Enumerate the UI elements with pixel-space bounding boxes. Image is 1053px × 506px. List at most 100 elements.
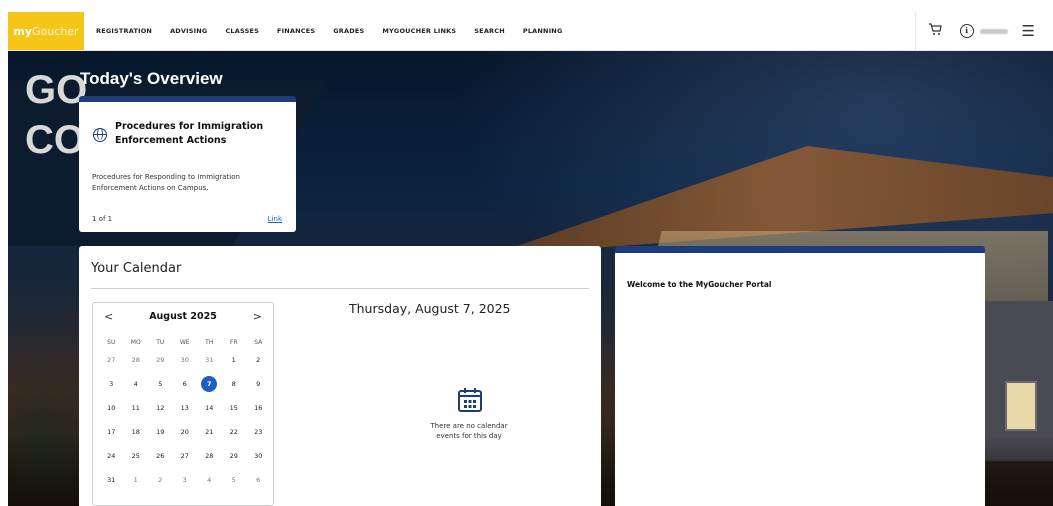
- calendar-grid: SU MO TU WE TH FR SA 27 28 29 30 31 1 2 3 4 5 6 7 8 9…: [99, 336, 271, 492]
- procedures-card-link[interactable]: Link: [268, 215, 282, 223]
- procedures-card-count: 1 of 1: [92, 215, 113, 223]
- calendar-day[interactable]: 2: [246, 356, 271, 364]
- calendar-day-number: 15: [229, 404, 238, 412]
- calendar-day-number: 10: [107, 404, 116, 412]
- calendar-day[interactable]: 28: [124, 356, 149, 364]
- calendar-day[interactable]: 24: [99, 452, 124, 460]
- calendar-day[interactable]: 11: [124, 404, 149, 412]
- user-name-redacted: [979, 28, 1008, 34]
- procedures-card-title: Procedures for Immigration Enforcement A…: [115, 121, 264, 146]
- calendar-week-row: 10 11 12 13 14 15 16: [99, 396, 271, 420]
- calendar-month-label: August 2025: [149, 311, 217, 322]
- mygoucher-logo[interactable]: my Goucher: [8, 12, 84, 50]
- calendar-day-number: 11: [131, 404, 140, 412]
- calendar-day[interactable]: 13: [173, 404, 198, 412]
- calendar-day[interactable]: 31: [99, 476, 124, 484]
- calendar-day[interactable]: 17: [99, 428, 124, 436]
- toolbar-right: ℹ ☰: [914, 12, 1053, 50]
- calendar-day-number: 7: [201, 376, 218, 392]
- procedures-card-description: Procedures for Responding to Immigration…: [92, 173, 240, 192]
- menu-icon[interactable]: ☰: [1022, 22, 1035, 40]
- weekday-row: SU MO TU WE TH FR SA: [99, 336, 271, 348]
- calendar-day[interactable]: 3: [99, 380, 124, 388]
- calendar-day[interactable]: 4: [197, 476, 222, 484]
- calendar-day-number: 19: [156, 428, 165, 436]
- calendar-day[interactable]: 14: [197, 404, 222, 412]
- welcome-card: Welcome to the MyGoucher Portal: [615, 246, 985, 506]
- calendar-day-number: 3: [109, 380, 114, 388]
- calendar-day[interactable]: 1: [124, 476, 149, 484]
- calendar-day[interactable]: 12: [148, 404, 173, 412]
- stone-window: [1005, 381, 1037, 431]
- calendar-day[interactable]: 15: [222, 404, 247, 412]
- calendar-day[interactable]: 23: [246, 428, 271, 436]
- calendar-day[interactable]: 26: [148, 452, 173, 460]
- todays-overview-heading: Today's Overview: [80, 69, 223, 88]
- calendar-day[interactable]: 5: [148, 380, 173, 388]
- calendar-day-number: 12: [156, 404, 165, 412]
- calendar-day[interactable]: 7: [197, 376, 222, 392]
- calendar-day[interactable]: 27: [99, 356, 124, 364]
- calendar-day[interactable]: 6: [173, 380, 198, 388]
- procedures-card-header: Procedures for Immigration Enforcement A…: [93, 120, 275, 148]
- calendar-day[interactable]: 31: [197, 356, 222, 364]
- calendar-day[interactable]: 27: [173, 452, 198, 460]
- calendar-week-row: 31 1 2 3 4 5 6: [99, 468, 271, 492]
- calendar-day[interactable]: 1: [222, 356, 247, 364]
- nav-mygoucher-links[interactable]: MYGOUCHER LINKS: [382, 27, 456, 35]
- nav-grades[interactable]: GRADES: [333, 27, 364, 35]
- calendar-day[interactable]: 28: [197, 452, 222, 460]
- calendar-day-number: 1: [133, 476, 138, 484]
- calendar-day-number: 31: [107, 476, 116, 484]
- calendar-day[interactable]: 18: [124, 428, 149, 436]
- calendar-day[interactable]: 2: [148, 476, 173, 484]
- procedures-card: Procedures for Immigration Enforcement A…: [79, 96, 296, 232]
- calendar-day[interactable]: 3: [173, 476, 198, 484]
- calendar-day[interactable]: 10: [99, 404, 124, 412]
- calendar-day[interactable]: 29: [148, 356, 173, 364]
- calendar-day-number: 25: [131, 452, 140, 460]
- calendar-day[interactable]: 21: [197, 428, 222, 436]
- calendar-day-number: 8: [231, 380, 236, 388]
- mini-calendar: < August 2025 > SU MO TU WE TH FR SA 27 2…: [92, 302, 274, 506]
- calendar-day[interactable]: 16: [246, 404, 271, 412]
- selected-day-heading: Thursday, August 7, 2025: [349, 301, 511, 316]
- calendar-card: Your Calendar < August 2025 > SU MO TU W…: [79, 246, 601, 506]
- calendar-day-number: 29: [229, 452, 238, 460]
- logo-my: my: [13, 24, 33, 38]
- nav-finances[interactable]: FINANCES: [277, 27, 315, 35]
- calendar-day-number: 13: [180, 404, 189, 412]
- calendar-day-number: 27: [180, 452, 189, 460]
- calendar-day-number: 20: [180, 428, 189, 436]
- calendar-day-number: 26: [156, 452, 165, 460]
- nav-classes[interactable]: CLASSES: [225, 27, 259, 35]
- weekday-label: TH: [205, 338, 214, 346]
- calendar-day[interactable]: 5: [222, 476, 247, 484]
- calendar-day[interactable]: 6: [246, 476, 271, 484]
- calendar-day-number: 5: [231, 476, 236, 484]
- calendar-day[interactable]: 8: [222, 380, 247, 388]
- user-menu[interactable]: ℹ: [959, 24, 1008, 38]
- calendar-day[interactable]: 30: [246, 452, 271, 460]
- cart-icon[interactable]: [928, 22, 942, 40]
- calendar-day-number: 4: [207, 476, 212, 484]
- calendar-day[interactable]: 4: [124, 380, 149, 388]
- calendar-day[interactable]: 9: [246, 380, 271, 388]
- nav-search[interactable]: SEARCH: [474, 27, 505, 35]
- main-nav: REGISTRATION ADVISING CLASSES FINANCES G…: [96, 27, 581, 35]
- nav-registration[interactable]: REGISTRATION: [96, 27, 152, 35]
- next-month-button[interactable]: >: [253, 310, 262, 323]
- calendar-day-number: 5: [158, 380, 163, 388]
- calendar-day[interactable]: 25: [124, 452, 149, 460]
- calendar-day[interactable]: 19: [148, 428, 173, 436]
- calendar-day[interactable]: 30: [173, 356, 198, 364]
- calendar-day[interactable]: 29: [222, 452, 247, 460]
- calendar-week-row: 3 4 5 6 7 8 9: [99, 372, 271, 396]
- calendar-day-number: 6: [256, 476, 261, 484]
- nav-advising[interactable]: ADVISING: [170, 27, 207, 35]
- nav-planning[interactable]: PLANNING: [523, 27, 563, 35]
- calendar-day-number: 31: [205, 356, 214, 364]
- calendar-day[interactable]: 20: [173, 428, 198, 436]
- calendar-day[interactable]: 22: [222, 428, 247, 436]
- weekday-label: SU: [107, 338, 116, 346]
